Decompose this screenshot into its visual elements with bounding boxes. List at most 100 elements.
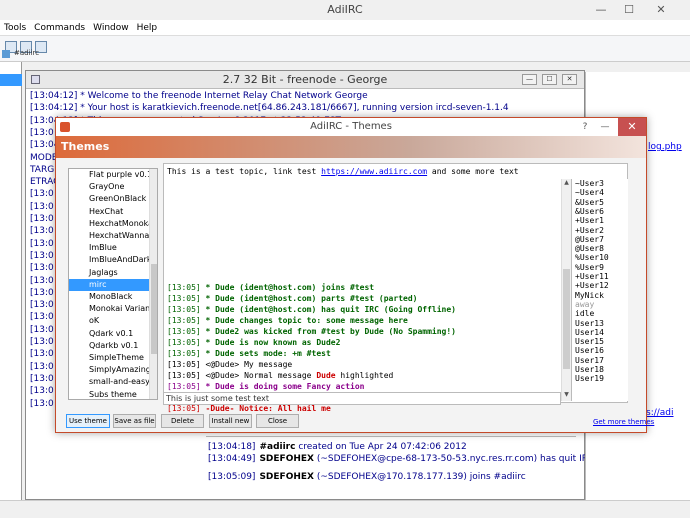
nicklist-item[interactable]: @User8 (575, 244, 604, 253)
preview-message: [13:05] * Dude2 was kicked from #test by… (167, 326, 562, 337)
maximize-button[interactable]: ☐ (616, 0, 642, 20)
theme-list-item[interactable]: HexChat (69, 206, 149, 218)
theme-list-scroll-thumb[interactable] (151, 264, 157, 354)
server-window-minimize[interactable]: — (522, 74, 537, 85)
nicklist-item[interactable]: away (575, 300, 594, 309)
log-line: [13:0 (30, 361, 54, 372)
theme-list-item[interactable]: ImBlue (69, 242, 149, 254)
close-button[interactable]: ✕ (648, 0, 674, 20)
preview-scrollbar[interactable]: ▲ ▼ (561, 179, 571, 401)
channel-log-text: created on Tue Apr 24 07:42:06 2012 (295, 442, 467, 452)
side-link-log[interactable]: log.php (648, 142, 682, 152)
preview-message: [13:05] * Dude changes topic to: some me… (167, 315, 562, 326)
theme-list-item[interactable]: GrayOne (69, 181, 149, 193)
theme-list-item[interactable]: Qdarkb v0.1 (69, 340, 149, 352)
themes-dialog-minimize[interactable]: — (598, 118, 612, 136)
theme-list-item[interactable]: MonoBlack (69, 291, 149, 303)
preview-message-time: [13:05] (167, 294, 201, 303)
nicklist-item[interactable]: %User9 (575, 263, 604, 272)
theme-list-scrollbar[interactable] (149, 169, 157, 399)
channel-tab[interactable]: #adiirc (0, 49, 50, 61)
nicklist-item[interactable]: ~User4 (575, 188, 604, 197)
preview-topic: This is a test topic, link test https://… (167, 167, 519, 176)
treebar[interactable] (0, 62, 22, 502)
theme-list-item[interactable]: Flat purple v0.1 (69, 169, 149, 181)
preview-input[interactable]: This is just some test text (163, 392, 561, 405)
nicklist-item[interactable]: MyNick (575, 291, 604, 300)
nicklist-item[interactable]: User15 (575, 337, 604, 346)
preview-topic-link[interactable]: https://www.adiirc.com (321, 167, 427, 176)
nicklist-item[interactable]: @User7 (575, 235, 604, 244)
app-icon (60, 122, 70, 132)
nicklist-item[interactable]: User18 (575, 365, 604, 374)
theme-list-item[interactable]: mirc (69, 278, 149, 291)
nicklist-item[interactable]: +User12 (575, 281, 609, 290)
theme-list-item[interactable]: HexchatMonokai (69, 218, 149, 230)
theme-preview: This is a test topic, link test https://… (163, 163, 628, 413)
nicklist-item[interactable]: idle (575, 309, 594, 318)
menu-window[interactable]: Window (89, 20, 133, 36)
use-theme-button[interactable]: Use theme (66, 414, 110, 428)
nicklist-item[interactable]: User16 (575, 346, 604, 355)
theme-list-item[interactable]: oK (69, 315, 149, 327)
preview-message: [13:05] <@Dude> My message (167, 359, 562, 370)
preview-message-text: * Dude changes topic to: some message he… (200, 316, 408, 325)
preview-message-time: [13:05] (167, 327, 201, 336)
server-window-title-text: 2.7 32 Bit - freenode - George (222, 73, 388, 86)
preview-message-time: [13:05] (167, 283, 201, 292)
theme-list-item[interactable]: Jaglags (69, 267, 149, 279)
channel-log-nick: SDEFOHEX (259, 454, 314, 464)
theme-list-item[interactable]: small-and-easy (69, 376, 149, 388)
server-window-maximize[interactable]: ☐ (542, 74, 557, 85)
scroll-up-icon[interactable]: ▲ (562, 179, 571, 189)
preview-scroll-thumb[interactable] (563, 269, 570, 369)
theme-list-item[interactable]: SimpleTheme (69, 352, 149, 364)
channel-log-nick: SDEFOHEX (259, 472, 314, 482)
nicklist-item[interactable]: +User1 (575, 216, 604, 225)
side-link-adi[interactable]: s://adi (646, 408, 674, 418)
nicklist-item[interactable]: User17 (575, 356, 604, 365)
preview-message-text: <@Dude> Normal message (200, 371, 317, 380)
nicklist-item[interactable]: %User10 (575, 253, 609, 262)
server-window-close[interactable]: ✕ (562, 74, 577, 85)
theme-list-item[interactable]: GreenOnBlack (69, 193, 149, 205)
delete-button[interactable]: Delete (161, 414, 204, 428)
menu-help[interactable]: Help (133, 20, 162, 36)
theme-list-item[interactable]: SimplyAmazing (69, 364, 149, 376)
themes-dialog-close[interactable]: ✕ (618, 118, 646, 136)
theme-list-item[interactable]: Subs theme (69, 389, 149, 399)
highlighted-nick: Dude (316, 371, 336, 380)
nicklist-item[interactable]: User14 (575, 328, 604, 337)
nicklist-item[interactable]: User19 (575, 374, 604, 383)
help-button[interactable]: ? (578, 118, 592, 136)
log-line: [13:04:12] * Your host is karatkievich.f… (30, 103, 509, 114)
close-dialog-button[interactable]: Close (256, 414, 299, 428)
preview-message: [13:05] * Dude is doing some Fancy actio… (167, 381, 562, 392)
save-as-file-button[interactable]: Save as file (113, 414, 156, 428)
log-line: [13:0 (30, 226, 54, 237)
log-line: [13:0 (30, 386, 54, 397)
theme-list-item[interactable]: Monokai Variant v (69, 303, 149, 315)
nicklist-item[interactable]: User13 (575, 319, 604, 328)
menu-tools[interactable]: Tools (0, 20, 30, 36)
nicklist-item[interactable]: +User11 (575, 272, 609, 281)
scroll-down-icon[interactable]: ▼ (562, 391, 571, 401)
log-line: [13:0 (30, 373, 54, 384)
theme-list-item[interactable]: ImBlueAndDark (69, 254, 149, 266)
menu-commands[interactable]: Commands (30, 20, 89, 36)
nicklist-item[interactable]: +User2 (575, 226, 604, 235)
theme-list[interactable]: Flat purple v0.1 GrayOne GreenOnBlack HexCh… (68, 168, 158, 400)
nicklist-item[interactable]: &User5 (575, 198, 604, 207)
minimize-button[interactable]: — (588, 0, 614, 20)
preview-message-time: [13:05] (167, 338, 201, 347)
divider (206, 436, 576, 437)
install-new-button[interactable]: Install new (209, 414, 252, 428)
get-more-themes-link[interactable]: Get more themes (593, 418, 654, 426)
theme-list-item[interactable]: HexchatWannabe (69, 230, 149, 242)
treebar-selected-item[interactable] (0, 74, 22, 86)
theme-list-item[interactable]: Qdark v0.1 (69, 328, 149, 340)
channel-log-nick: #adiirc (259, 442, 296, 452)
preview-message-text: <@Dude> My message (200, 360, 293, 369)
nicklist-item[interactable]: ~User3 (575, 179, 604, 188)
nicklist-item[interactable]: &User6 (575, 207, 604, 216)
